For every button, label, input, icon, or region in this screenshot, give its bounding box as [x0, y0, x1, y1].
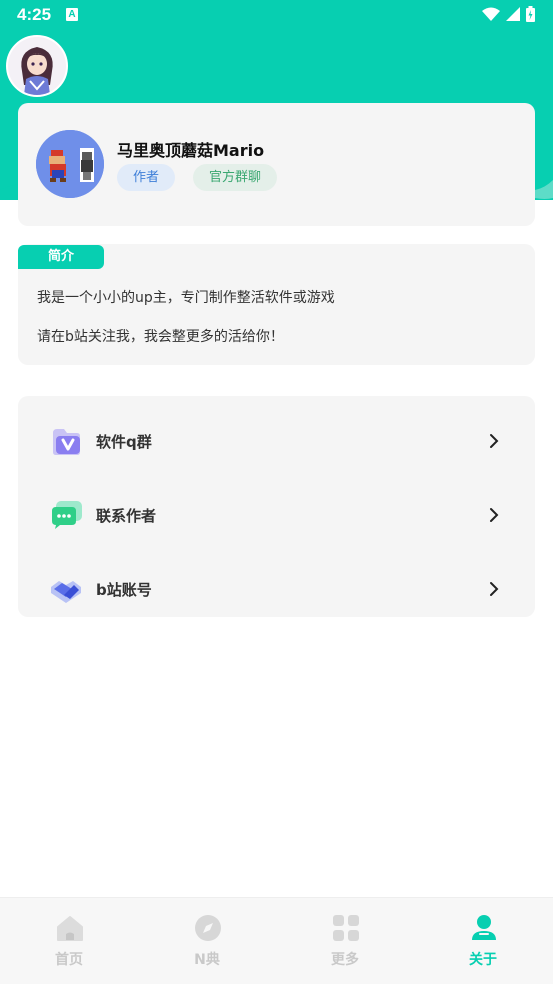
mario-avatar-icon: [36, 130, 104, 198]
status-time: 4:25: [17, 5, 52, 24]
author-name: 马里奥顶蘑菇Mario: [117, 141, 265, 160]
link-software-qq-group[interactable]: 软件q群: [18, 411, 535, 471]
nav-tab-more[interactable]: 更多: [276, 898, 414, 984]
person-icon: [472, 915, 496, 940]
nav-tab-about[interactable]: 关于: [414, 898, 552, 984]
links-card: 软件q群 联系作者 b站账号: [18, 396, 535, 617]
nav-tab-home[interactable]: 首页: [0, 898, 138, 984]
home-icon: [57, 916, 83, 941]
nav-label: 关于: [469, 952, 497, 968]
link-contact-author[interactable]: 联系作者: [18, 485, 535, 545]
grid-icon: [333, 915, 359, 941]
user-avatar[interactable]: [6, 35, 68, 97]
handshake-icon: [51, 581, 81, 603]
wifi-icon: [482, 7, 500, 21]
author-badge: 作者: [117, 164, 176, 191]
v-box-icon: [53, 429, 80, 455]
link-label: 联系作者: [96, 507, 157, 525]
author-avatar[interactable]: [36, 130, 104, 198]
bottom-nav: 首页 N典 更多 关于: [0, 897, 553, 984]
intro-card: 简介 我是一个小小的up主，专门制作整活软件或游戏 请在b站关注我，我会整更多的…: [18, 244, 535, 365]
chevron-right-icon: [490, 434, 499, 448]
intro-tag: 简介: [18, 245, 104, 269]
signal-icon: [506, 6, 520, 21]
intro-text-line: 请在b站关注我，我会整更多的活给你！: [37, 329, 284, 345]
official-group-badge[interactable]: 官方群聊: [193, 164, 278, 191]
intro-text-line: 我是一个小小的up主，专门制作整活软件或游戏: [37, 290, 335, 306]
compass-icon: [195, 915, 221, 941]
chat-bubble-icon: [52, 501, 82, 529]
nav-tab-ndian[interactable]: N典: [138, 898, 276, 984]
link-label: b站账号: [96, 581, 152, 599]
battery-icon: [526, 6, 535, 22]
anime-avatar-icon: [8, 37, 66, 95]
nav-label: 首页: [55, 952, 83, 968]
status-bar: 4:25 A: [0, 0, 553, 32]
nav-label: 更多: [331, 952, 359, 968]
profile-card: 马里奥顶蘑菇Mario 作者 官方群聊: [18, 103, 535, 226]
chevron-right-icon: [490, 582, 499, 596]
chevron-right-icon: [490, 508, 499, 522]
status-icons: [482, 6, 535, 22]
link-label: 软件q群: [96, 433, 152, 451]
link-bilibili-account[interactable]: b站账号: [18, 559, 535, 619]
nav-label: N典: [194, 952, 220, 968]
notification-a-icon: A: [66, 8, 78, 21]
